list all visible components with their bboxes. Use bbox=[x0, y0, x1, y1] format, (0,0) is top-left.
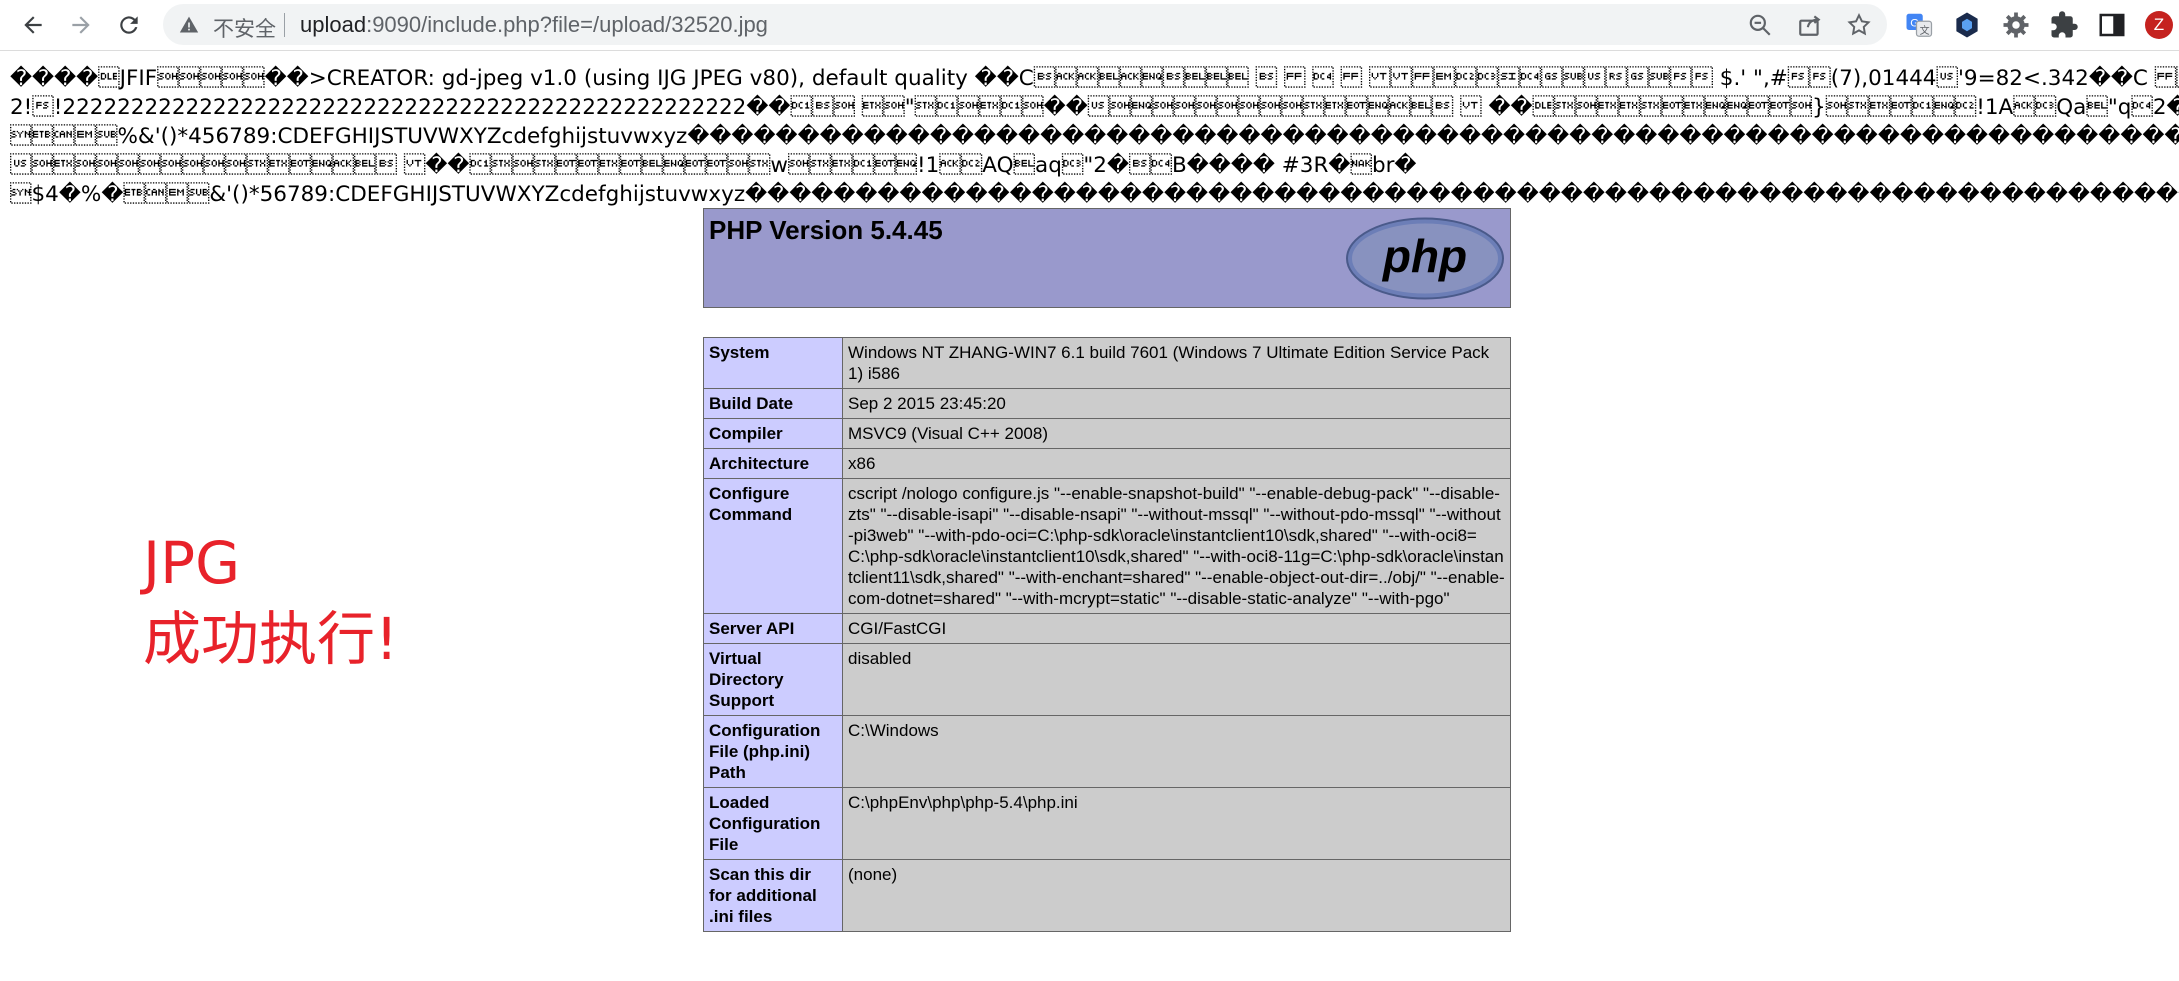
browser-toolbar: 不安全 upload:9090/include.php?file=/upload… bbox=[0, 0, 2179, 51]
url-text[interactable]: upload:9090/include.php?file=/upload/325… bbox=[300, 12, 768, 38]
phpinfo-row: System Windows NT ZHANG-WIN7 6.1 build 76… bbox=[703, 337, 1511, 389]
profile-avatar[interactable]: Z bbox=[2145, 11, 2173, 39]
phpinfo-row: Configuration File (php.ini) Path C:\Wind… bbox=[703, 715, 1511, 788]
phpinfo-value: cscript /nologo configure.js "--enable-s… bbox=[842, 478, 1511, 614]
zoom-out-icon[interactable] bbox=[1747, 12, 1773, 38]
svg-text:文: 文 bbox=[1920, 24, 1930, 37]
success-annotation: JPG 成功执行! bbox=[143, 525, 398, 677]
phpinfo-key: Architecture bbox=[703, 448, 843, 479]
side-panel-icon[interactable] bbox=[2097, 10, 2127, 40]
annotation-line-1: JPG bbox=[143, 529, 241, 597]
hexagon-extension-icon[interactable] bbox=[1952, 10, 1982, 40]
phpinfo-key: Loaded Configuration File bbox=[703, 787, 843, 860]
phpinfo-key: Configure Command bbox=[703, 478, 843, 614]
binary-line: 2! !222222222222222222222222222222222222… bbox=[10, 95, 2179, 120]
php-logo[interactable]: php bbox=[1345, 216, 1505, 306]
phpinfo-row: Loaded Configuration File C:\phpEnv\php\p… bbox=[703, 787, 1511, 860]
phpinfo-key: Build Date bbox=[703, 388, 843, 419]
address-bar[interactable]: 不安全 upload:9090/include.php?file=/upload… bbox=[163, 4, 1887, 45]
phpinfo-value: Sep 2 2015 23:45:20 bbox=[842, 388, 1511, 419]
bookmark-star-icon[interactable] bbox=[1846, 12, 1872, 38]
phpinfo-table: System Windows NT ZHANG-WIN7 6.1 build 76… bbox=[703, 337, 1511, 932]
phpinfo-value: (none) bbox=[842, 859, 1511, 932]
phpinfo-value: C:\Windows bbox=[842, 715, 1511, 788]
phpinfo-key: Virtual Directory Support bbox=[703, 643, 843, 716]
phpinfo-value: MSVC9 (Visual C++ 2008) bbox=[842, 418, 1511, 449]
annotation-line-2: 成功执行! bbox=[143, 605, 399, 673]
phpinfo-row: Configure Command cscript /nologo configu… bbox=[703, 478, 1511, 614]
phpinfo-row: Compiler MSVC9 (Visual C++ 2008) bbox=[703, 418, 1511, 449]
url-host: upload bbox=[300, 12, 367, 37]
share-icon[interactable] bbox=[1797, 12, 1823, 38]
url-path: :9090/include.php?file=/upload/32520.jpg bbox=[366, 12, 768, 37]
php-logo-text: php bbox=[1381, 230, 1467, 282]
phpinfo-key: System bbox=[703, 337, 843, 389]
phpinfo-key: Server API bbox=[703, 613, 843, 644]
phpinfo-row: Virtual Directory Support disabled bbox=[703, 643, 1511, 716]
binary-line: $4�%�&'()*56789:CDEFGHIJSTUVWXYZcde… bbox=[10, 182, 2179, 207]
phpinfo-value: x86 bbox=[842, 448, 1511, 479]
security-label[interactable]: 不安全 bbox=[213, 13, 276, 43]
forward-arrow-icon[interactable] bbox=[64, 8, 98, 42]
warning-triangle-icon[interactable] bbox=[179, 15, 199, 40]
raw-jpeg-binary-text: ����JFIF��>CREATOR: gd-jpeg v1.0 (… bbox=[10, 64, 2179, 209]
back-arrow-icon[interactable] bbox=[16, 8, 50, 42]
binary-line: %&'()*456789:CDEFGHIJSTUVWXYZcdefgh… bbox=[10, 124, 2179, 149]
phpinfo-value: disabled bbox=[842, 643, 1511, 716]
phpinfo-value: CGI/FastCGI bbox=[842, 613, 1511, 644]
translate-extension-icon[interactable]: G文 bbox=[1904, 10, 1934, 40]
phpinfo-value: Windows NT ZHANG-WIN7 6.1 build 7601 (Wi… bbox=[842, 337, 1511, 389]
phpinfo-key: Compiler bbox=[703, 418, 843, 449]
phpinfo-key: Scan this dir for additional .ini files bbox=[703, 859, 843, 932]
phpinfo-value: C:\phpEnv\php\php-5.4\php.ini bbox=[842, 787, 1511, 860]
phpinfo-row: Server API CGI/FastCGI bbox=[703, 613, 1511, 644]
phpinfo-row: Architecture x86 bbox=[703, 448, 1511, 479]
binary-line: ����JFIF��>CREATOR: gd-jpeg v1.0 (… bbox=[10, 66, 2179, 91]
phpinfo-row: Scan this dir for additional .ini files(… bbox=[703, 859, 1511, 932]
phpinfo-key: Configuration File (php.ini) Path bbox=[703, 715, 843, 788]
omnibox-separator bbox=[284, 13, 285, 37]
gear-extension-icon[interactable] bbox=[2001, 10, 2031, 40]
phpinfo-row: Build Date Sep 2 2015 23:45:20 bbox=[703, 388, 1511, 419]
phpinfo-header: PHP Version 5.4.45 php bbox=[703, 208, 1511, 308]
binary-line:  ��w… bbox=[10, 153, 1417, 178]
php-version-title: PHP Version 5.4.45 bbox=[709, 215, 943, 245]
puzzle-extensions-icon[interactable] bbox=[2049, 10, 2079, 40]
reload-icon[interactable] bbox=[112, 8, 146, 42]
